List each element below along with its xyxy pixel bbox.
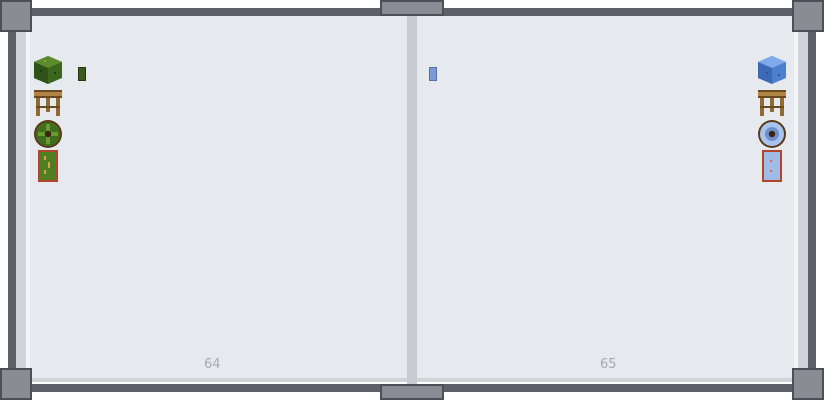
right-page-number: 65 bbox=[600, 357, 617, 372]
green-wool-block-icon[interactable] bbox=[32, 54, 64, 86]
light-blue-shield-icon[interactable] bbox=[756, 118, 788, 150]
corner-bottom-right bbox=[792, 368, 824, 400]
right-page bbox=[417, 16, 808, 382]
left-page-number: 64 bbox=[204, 357, 221, 372]
book: 64 65 bbox=[0, 0, 824, 400]
spine-cap-bottom bbox=[380, 384, 444, 400]
oak-stool-icon[interactable] bbox=[756, 86, 788, 118]
light-blue-color-swatch bbox=[429, 67, 437, 81]
left-page-edge bbox=[26, 16, 30, 382]
green-color-swatch bbox=[78, 67, 86, 81]
book-frame-right bbox=[808, 16, 816, 384]
corner-bottom-left bbox=[0, 368, 32, 400]
light-blue-banner-icon[interactable] bbox=[756, 150, 788, 182]
left-page bbox=[16, 16, 407, 382]
green-banner-icon[interactable] bbox=[32, 150, 64, 182]
corner-top-left bbox=[0, 0, 32, 32]
light-blue-wool-block-icon[interactable] bbox=[756, 54, 788, 86]
green-shield-icon[interactable] bbox=[32, 118, 64, 150]
right-page-edge bbox=[794, 16, 798, 382]
oak-stool-icon[interactable] bbox=[32, 86, 64, 118]
book-frame-left bbox=[8, 16, 16, 384]
corner-top-right bbox=[792, 0, 824, 32]
spine-cap-top bbox=[380, 0, 444, 16]
book-spine bbox=[407, 16, 417, 384]
